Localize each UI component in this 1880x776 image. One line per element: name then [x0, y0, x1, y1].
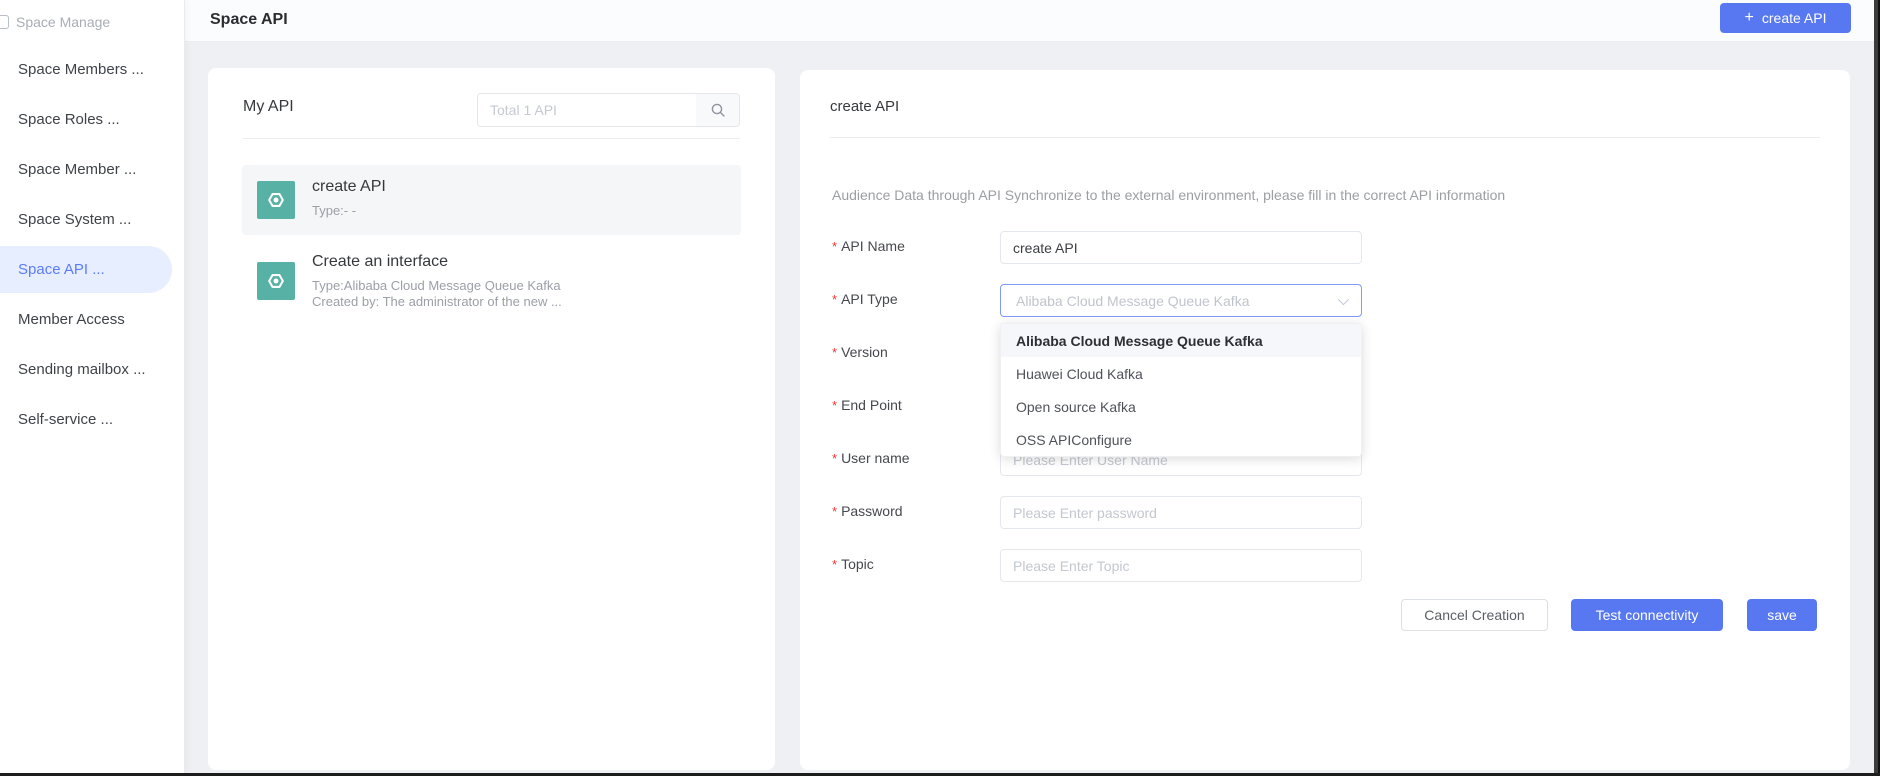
- label-text: Version: [841, 344, 888, 360]
- create-api-button-label: create API: [1762, 10, 1827, 26]
- label-text: API Name: [841, 238, 905, 254]
- top-bar: Space API: [185, 0, 1880, 42]
- search-button[interactable]: [696, 94, 739, 126]
- api-list-item-create-api[interactable]: create API Type:- -: [242, 165, 741, 235]
- sidebar-item-label: Sending mailbox ...: [18, 361, 146, 378]
- label-text: API Type: [841, 291, 898, 307]
- window-scrollbar[interactable]: [1874, 0, 1880, 776]
- sidebar-item-self-service[interactable]: Self-service ...: [0, 394, 184, 444]
- space-manage-icon: [0, 15, 9, 29]
- sidebar-header: Space Manage: [0, 12, 184, 32]
- label-text: End Point: [841, 397, 902, 413]
- sidebar-item-label: Space API ...: [18, 261, 105, 278]
- sidebar-menu: Space Members ... Space Roles ... Space …: [0, 44, 184, 444]
- page-title: Space API: [210, 11, 288, 29]
- required-asterisk: *: [832, 556, 837, 572]
- api-item-created-by: Created by: The administrator of the new…: [312, 294, 562, 309]
- api-hexagon-icon: [263, 268, 289, 294]
- my-api-panel: My API create API Type:- - Cr: [208, 68, 775, 770]
- form-description: Audience Data through API Synchronize to…: [832, 187, 1505, 203]
- label-text: Password: [841, 503, 902, 519]
- api-item-type: Type:- -: [312, 203, 356, 218]
- dropdown-option-huawei-kafka[interactable]: Huawei Cloud Kafka: [1001, 357, 1361, 390]
- api-list-item-create-an-interface[interactable]: Create an interface Type:Alibaba Cloud M…: [242, 245, 741, 315]
- required-asterisk: *: [832, 450, 837, 466]
- dropdown-option-oss-apiconfigure[interactable]: OSS APIConfigure: [1001, 423, 1361, 456]
- required-asterisk: *: [832, 503, 837, 519]
- create-api-button[interactable]: + create API: [1720, 3, 1851, 33]
- sidebar-item-label: Self-service ...: [18, 411, 113, 428]
- sidebar-item-space-roles[interactable]: Space Roles ...: [0, 94, 184, 144]
- sidebar-item-label: Member Access: [18, 311, 125, 328]
- save-button[interactable]: save: [1747, 599, 1817, 631]
- sidebar-item-label: Space Roles ...: [18, 111, 120, 128]
- api-type-select[interactable]: Alibaba Cloud Message Queue Kafka: [1000, 284, 1362, 317]
- sidebar-item-space-api[interactable]: Space API ...: [0, 246, 172, 293]
- search-icon: [710, 102, 726, 118]
- sidebar-item-space-member[interactable]: Space Member ...: [0, 144, 184, 194]
- label-text: User name: [841, 450, 909, 466]
- plus-icon: +: [1745, 10, 1754, 26]
- panel-divider: [243, 138, 740, 139]
- api-name-label: * API Name: [832, 238, 905, 254]
- password-label: * Password: [832, 503, 903, 519]
- version-label: * Version: [832, 344, 888, 360]
- topic-label: * Topic: [832, 556, 874, 572]
- label-text: Topic: [841, 556, 874, 572]
- search-input[interactable]: [478, 94, 696, 126]
- create-api-panel: create API Audience Data through API Syn…: [800, 70, 1850, 770]
- sidebar-item-space-members[interactable]: Space Members ...: [0, 44, 184, 94]
- sidebar: Space Manage Space Members ... Space Rol…: [0, 0, 185, 776]
- sidebar-item-member-access[interactable]: Member Access: [0, 294, 184, 344]
- sidebar-item-sending-mailbox[interactable]: Sending mailbox ...: [0, 344, 184, 394]
- sidebar-item-label: Space Members ...: [18, 61, 144, 78]
- chevron-down-icon: [1338, 293, 1349, 304]
- sidebar-item-label: Space Member ...: [18, 161, 136, 178]
- form-title: create API: [830, 98, 899, 115]
- select-placeholder: Alibaba Cloud Message Queue Kafka: [1016, 293, 1338, 309]
- sidebar-header-label: Space Manage: [16, 14, 110, 30]
- end-point-label: * End Point: [832, 397, 902, 413]
- api-type-dropdown: Alibaba Cloud Message Queue Kafka Huawei…: [1000, 323, 1362, 457]
- dropdown-option-open-source-kafka[interactable]: Open source Kafka: [1001, 390, 1361, 423]
- topic-input[interactable]: [1000, 549, 1362, 582]
- required-asterisk: *: [832, 397, 837, 413]
- panel-divider: [830, 137, 1820, 138]
- test-connectivity-button[interactable]: Test connectivity: [1571, 599, 1723, 631]
- api-item-title: Create an interface: [312, 253, 448, 271]
- api-name-input[interactable]: [1000, 231, 1362, 264]
- user-name-label: * User name: [832, 450, 910, 466]
- dropdown-option-alibaba-kafka[interactable]: Alibaba Cloud Message Queue Kafka: [1001, 324, 1361, 357]
- api-hexagon-icon: [263, 187, 289, 213]
- sidebar-item-label: Space System ...: [18, 211, 131, 228]
- cancel-creation-button[interactable]: Cancel Creation: [1401, 599, 1548, 631]
- sidebar-item-space-system[interactable]: Space System ...: [0, 194, 184, 244]
- api-item-title: create API: [312, 178, 386, 196]
- api-item-type: Type:Alibaba Cloud Message Queue Kafka: [312, 278, 561, 293]
- required-asterisk: *: [832, 291, 837, 307]
- my-api-title: My API: [243, 98, 294, 116]
- api-item-container: [257, 181, 295, 219]
- required-asterisk: *: [832, 238, 837, 254]
- required-asterisk: *: [832, 344, 837, 360]
- api-type-label: * API Type: [832, 291, 898, 307]
- api-search-box: [477, 93, 740, 127]
- api-item-container: [257, 262, 295, 300]
- password-input[interactable]: [1000, 496, 1362, 529]
